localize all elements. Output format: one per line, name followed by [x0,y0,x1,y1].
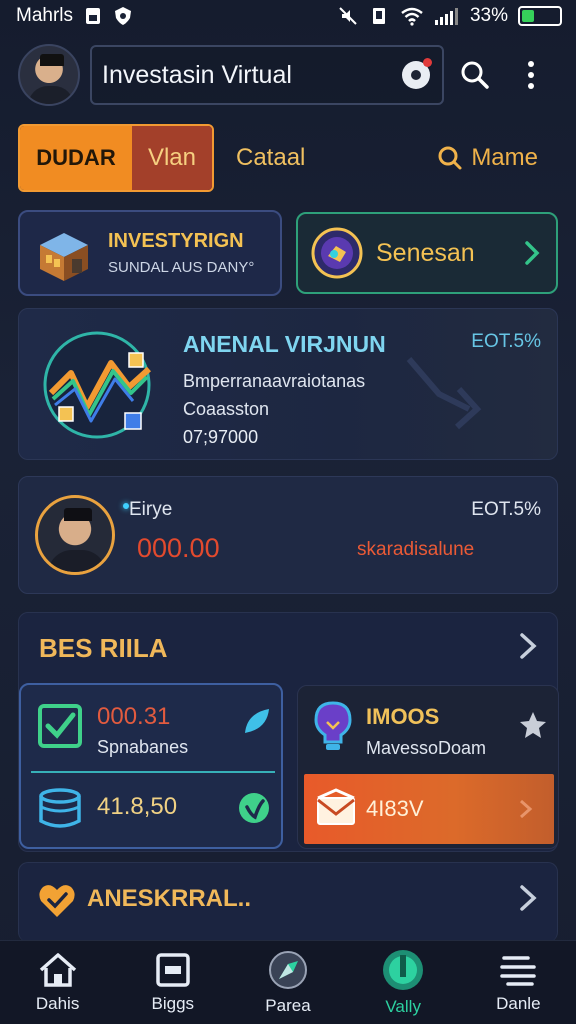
wifi-icon [400,6,424,26]
heart-check-icon [39,885,75,917]
star-icon[interactable] [518,710,548,740]
imoos-band-value: 4I83V [366,796,424,821]
section-title: BES RIILA [39,633,168,663]
feature-line-2: Coaasston [183,399,270,419]
more-vert-icon [528,61,534,89]
nav-item-biggs[interactable]: Biggs [118,952,228,1014]
battery-percent: 33% [469,5,508,26]
nav-label: Parea [265,995,311,1015]
coin-icon [311,227,363,279]
search-button[interactable] [450,50,500,100]
carrier-label: Mahrls [16,5,74,26]
menu-lines-icon [500,955,537,986]
nav-item-parea[interactable]: Parea [233,950,343,1016]
feature-line-3: 07;97000 [183,427,259,447]
title-box[interactable]: Investasin Virtual [90,45,444,105]
tab-search-label: Mame [471,144,538,171]
senesan-label: Senesan [376,238,475,267]
signal-icon [434,6,460,26]
nav-label: Danle [496,993,541,1013]
building-icon [40,233,88,281]
nav-label-active: Vally [385,996,421,1016]
badge-check-icon [239,793,269,823]
divider [31,771,275,773]
investyrign-card[interactable]: INVESTYRIGN SUNDAL AUS DANY° [18,210,282,296]
battery-icon [518,6,562,26]
mute-icon [338,6,358,26]
nav-item-dahis[interactable]: Dahis [3,952,113,1014]
investyrign-title: INVESTYRIGN [108,230,244,252]
record-icon[interactable] [402,58,432,89]
arrow-decoration-icon [406,357,482,430]
home-icon [39,952,76,987]
investyrign-subtitle: SUNDAL AUS DANY° [108,259,255,276]
imoos-subtitle: MavessoDoam [366,738,487,758]
feature-title: ANENAL VIRJNUN [183,331,386,357]
savings-tile[interactable]: 000.31 Spnabanes 41.8,50 [19,683,283,849]
search-icon [461,61,489,89]
chevron-right-icon[interactable] [515,631,541,661]
senesan-card[interactable]: Senesan [296,212,558,294]
page-title: Investasin Virtual [102,60,292,89]
wallet-icon [156,952,190,987]
savings-subtitle: Spnabanes [97,737,189,757]
lightbulb-icon [314,701,352,750]
vibrate-icon [368,6,390,26]
avatar[interactable] [18,44,80,106]
feature-line-1: Bmperranaavraiotanas [183,371,366,391]
section-card: BES RIILA 000.31 Spnabanes 41.8,50 IMOOS… [18,612,559,852]
balance-value: 41.8,50 [97,793,178,820]
aneskrral-card[interactable]: ANESKRRAL.. [18,862,558,942]
chevron-right-icon [525,241,540,265]
sim-card-icon [83,6,103,26]
profile-percent: EOT.5% [471,499,541,520]
envelope-icon [317,788,355,825]
profile-card[interactable]: Eirye EOT.5% 000.00 skaradisalune [18,476,558,594]
growth-chart-icon [43,331,152,439]
profile-status: skaradisalune [357,539,475,560]
nav-item-danle[interactable]: Danle [463,952,573,1014]
imoos-title: IMOOS [366,704,440,729]
nav-label: Dahis [35,993,80,1013]
status-bar: Mahrls 33% [0,0,576,32]
shield-icon [113,6,133,26]
checkbox-icon [38,704,82,748]
tab-dudar-vlan[interactable]: DUDAR Vlan [18,124,214,192]
search-icon [438,146,462,170]
leaf-icon [245,709,269,733]
tab-cataal[interactable]: Cataal [236,144,305,172]
tab-active-label: DUDAR [20,126,132,190]
feature-card[interactable]: ANENAL VIRJNUN EOT.5% Bmperranaavraiotan… [18,308,558,460]
imoos-action-band[interactable]: 4I83V [304,774,554,844]
nav-item-vally[interactable]: Vally [348,949,458,1017]
chevron-right-icon [520,799,533,819]
tab-search-mame[interactable]: Mame [437,144,538,172]
profile-amount: 000.00 [137,533,220,563]
database-icon [39,788,81,828]
nav-label: Biggs [151,993,195,1013]
tab-active-sub-label: Vlan [132,126,212,190]
tab-bar: DUDAR Vlan Cataal Mame [18,124,558,192]
compass-icon [268,950,307,989]
chart-icon [383,949,424,990]
app-header: Investasin Virtual [18,42,558,108]
more-button[interactable] [506,50,556,100]
savings-value: 000.31 [97,703,171,730]
bottom-nav: Dahis Biggs Parea Vally Danle [0,940,576,1024]
imoos-tile[interactable]: IMOOS MavessoDoam 4I83V [297,685,559,849]
profile-avatar [35,495,115,575]
chevron-right-icon [520,885,537,911]
aneskrral-title: ANESKRRAL.. [87,885,252,912]
profile-label: Eirye [129,499,173,520]
